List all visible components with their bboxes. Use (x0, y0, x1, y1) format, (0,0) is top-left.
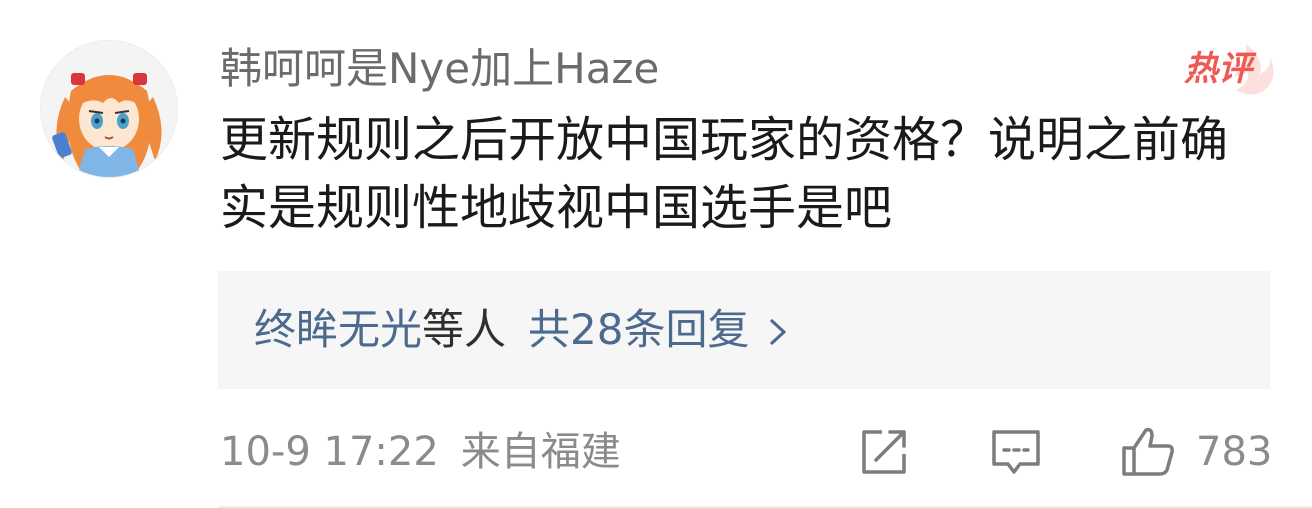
hot-comment-label: 热评 (1184, 49, 1252, 89)
repost-button[interactable] (856, 424, 912, 480)
timestamp: 10-9 17:22 (220, 429, 439, 475)
like-button[interactable] (1120, 424, 1176, 480)
replies-preview[interactable]: 终眸无光等人 共28条回复 (218, 271, 1270, 389)
chevron-right-icon[interactable] (767, 306, 789, 360)
anime-girl-avatar-icon (41, 41, 177, 177)
like-count: 783 (1196, 429, 1273, 475)
hot-comment-badge: 热评 (1166, 40, 1276, 96)
avatar[interactable] (40, 40, 178, 178)
reply-users[interactable]: 终眸无光 (254, 305, 422, 354)
reply-others: 等人 (422, 305, 507, 354)
comment-meta: 10-9 17:22 来自福建 (220, 426, 621, 478)
repost-icon (862, 430, 906, 474)
thumbs-up-icon (1122, 427, 1174, 476)
reply-count-link[interactable]: 共28条回复 (528, 305, 749, 354)
location: 来自福建 (460, 429, 621, 475)
replies-summary[interactable]: 终眸无光等人 共28条回复 (254, 303, 789, 360)
comment-text: 更新规则之后开放中国玩家的资格？说明之前确实是规则性地歧视中国选手是吧 (220, 112, 1229, 236)
username[interactable]: 韩呵呵是Nye加上Haze (220, 42, 659, 96)
comment-button[interactable] (988, 424, 1044, 480)
comment-icon (992, 430, 1040, 474)
